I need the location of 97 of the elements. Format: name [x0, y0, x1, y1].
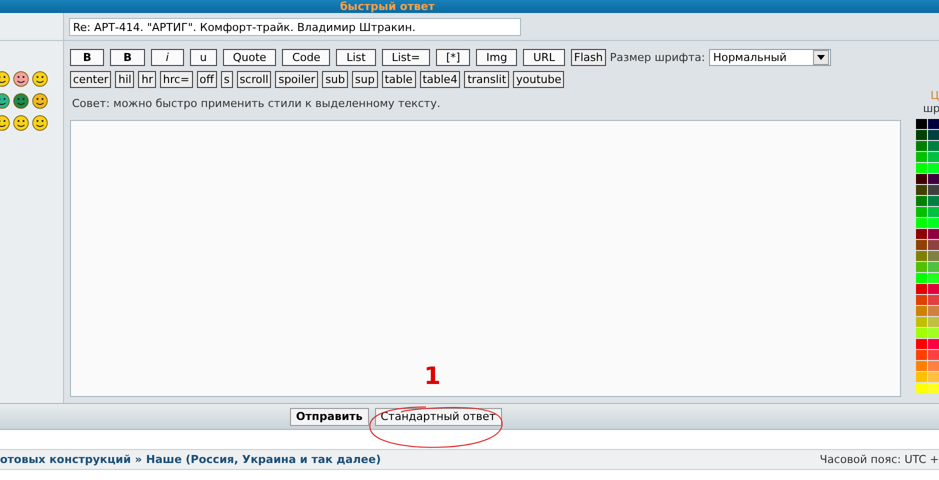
color-swatch[interactable] [916, 229, 927, 239]
submit-button[interactable]: Стандартный ответ [374, 408, 502, 426]
format-button[interactable]: translit [464, 71, 510, 88]
color-swatch[interactable] [916, 262, 927, 272]
color-swatch[interactable] [916, 317, 927, 327]
color-swatch[interactable] [928, 284, 939, 294]
color-swatch[interactable] [928, 185, 939, 195]
dropdown-arrow-icon [817, 55, 826, 60]
color-swatch[interactable] [916, 130, 927, 140]
color-swatch[interactable] [916, 240, 927, 250]
format-button[interactable]: off [196, 71, 217, 88]
smiley-icon[interactable] [32, 115, 48, 131]
color-swatch[interactable] [928, 141, 939, 151]
submit-button[interactable]: Отправить [290, 408, 369, 426]
color-swatch[interactable] [928, 295, 939, 305]
tip-text: Совет: можно быстро применить стили к выделенному тексту. [72, 97, 442, 110]
color-swatch[interactable] [916, 350, 927, 360]
smiley-icon[interactable] [13, 71, 29, 87]
color-swatch[interactable] [916, 141, 927, 151]
color-swatch[interactable] [928, 262, 939, 272]
format-button[interactable]: sub [322, 71, 348, 88]
format-button[interactable]: table4 [420, 71, 460, 88]
color-swatch[interactable] [916, 185, 927, 195]
color-swatch[interactable] [928, 130, 939, 140]
color-swatch[interactable] [916, 306, 927, 316]
color-swatch[interactable] [916, 218, 927, 228]
color-swatch[interactable] [916, 174, 927, 184]
format-button[interactable]: Img [476, 49, 518, 66]
format-button[interactable]: spoiler [275, 71, 318, 88]
color-swatch[interactable] [928, 207, 939, 217]
color-swatch[interactable] [916, 119, 927, 129]
color-label: Ц [930, 89, 939, 102]
form-title: быстрый ответ [340, 1, 435, 13]
format-button[interactable]: List= [382, 49, 430, 66]
format-button[interactable]: table [382, 71, 416, 88]
subject-field[interactable]: Re: АРТ-414. "АРТИГ". Комфорт-трайк. Владимир Штракин. [69, 18, 521, 36]
format-button[interactable]: center [70, 71, 112, 88]
breadcrumb-link[interactable]: отовых конструкций [0, 453, 131, 466]
color-swatch[interactable] [928, 372, 939, 382]
color-swatch[interactable] [916, 284, 927, 294]
color-swatch[interactable] [916, 361, 927, 371]
annotation-number: 1 [424, 364, 441, 388]
format-button[interactable]: scroll [236, 71, 272, 88]
format-button[interactable]: URL [523, 49, 566, 66]
color-swatch[interactable] [928, 328, 939, 338]
color-swatch[interactable] [928, 163, 939, 173]
color-swatch[interactable] [916, 152, 927, 162]
format-button[interactable]: s [220, 71, 233, 88]
color-swatch[interactable] [916, 251, 927, 261]
format-button[interactable]: B [70, 49, 104, 66]
color-swatch[interactable] [928, 383, 939, 393]
format-button[interactable]: youtube [513, 71, 564, 88]
timezone-text: Часовой пояс: UTC + [820, 453, 939, 466]
color-swatch[interactable] [928, 196, 939, 206]
color-swatch[interactable] [928, 119, 939, 129]
font-size-label: Размер шрифта: [610, 51, 706, 64]
format-button[interactable]: [*] [436, 49, 470, 66]
message-textarea[interactable] [70, 120, 901, 397]
format-button[interactable]: i [150, 49, 184, 66]
breadcrumb-link[interactable]: Наше (Россия, Украина и так далее) [146, 453, 381, 466]
smiley-icon[interactable] [13, 115, 29, 131]
format-button[interactable]: List [336, 49, 376, 66]
format-button[interactable]: B [110, 49, 145, 66]
format-button[interactable]: hil [115, 71, 134, 88]
color-swatch[interactable] [916, 207, 927, 217]
format-button[interactable]: Flash [571, 49, 606, 66]
color-swatch[interactable] [928, 240, 939, 250]
color-swatch[interactable] [916, 196, 927, 206]
color-swatch[interactable] [916, 295, 927, 305]
color-swatch[interactable] [916, 383, 927, 393]
color-swatch[interactable] [928, 350, 939, 360]
color-swatch[interactable] [916, 328, 927, 338]
color-swatch[interactable] [928, 273, 939, 283]
font-size-select[interactable]: Нормальный [709, 49, 832, 66]
color-swatch[interactable] [916, 163, 927, 173]
format-button[interactable]: hrc= [160, 71, 193, 88]
color-swatch[interactable] [928, 229, 939, 239]
color-swatch[interactable] [928, 218, 939, 228]
format-button[interactable]: sup [352, 71, 378, 88]
smiley-icon[interactable] [32, 71, 48, 87]
format-button[interactable]: hr [138, 71, 156, 88]
color-swatch[interactable] [916, 372, 927, 382]
color-swatch[interactable] [928, 152, 939, 162]
color-swatch[interactable] [928, 174, 939, 184]
color-swatch[interactable] [928, 361, 939, 371]
color-swatch[interactable] [916, 273, 927, 283]
color-swatch[interactable] [928, 306, 939, 316]
color-swatch[interactable] [928, 317, 939, 327]
color-swatch[interactable] [916, 339, 927, 349]
color-swatch[interactable] [928, 251, 939, 261]
smiley-icon[interactable] [32, 93, 48, 109]
smiley-icon[interactable] [13, 93, 29, 109]
format-button[interactable]: Code [282, 49, 330, 66]
breadcrumb-separator: » [134, 453, 142, 466]
format-button[interactable]: Quote [222, 49, 276, 66]
format-button[interactable]: u [190, 49, 217, 66]
color-swatch[interactable] [928, 339, 939, 349]
